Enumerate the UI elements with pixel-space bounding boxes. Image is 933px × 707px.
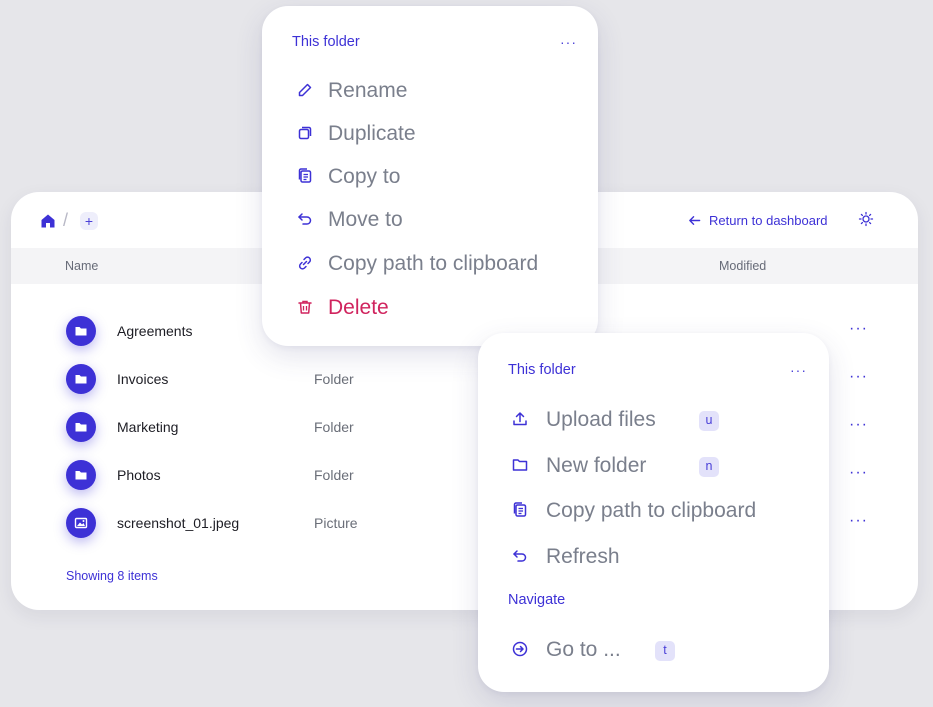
menu-item-label: Rename (328, 79, 408, 102)
shortcut-badge: u (699, 411, 719, 431)
row-more-button[interactable]: ··· (849, 465, 868, 481)
menu-item-label: Refresh (546, 545, 620, 568)
sun-icon[interactable] (858, 211, 874, 227)
arrow-circle-icon (511, 640, 529, 658)
menu-item-copy-path[interactable]: Copy path to clipboard (478, 493, 829, 527)
trash-icon (296, 298, 314, 316)
folder-icon (66, 316, 96, 346)
folder-actions-menu: This folder ··· Upload files u New folde… (478, 333, 829, 692)
menu-item-label: Go to ... (546, 638, 621, 661)
menu-item-label: Delete (328, 296, 389, 319)
arrow-left-icon (688, 214, 701, 227)
menu-item-copy-to[interactable]: Copy to (262, 159, 598, 193)
menu-item-duplicate[interactable]: Duplicate (262, 116, 598, 150)
menu-item-label: Move to (328, 208, 403, 231)
link-icon (296, 254, 314, 272)
folder-icon (66, 460, 96, 490)
menu-item-label: New folder (546, 454, 647, 477)
return-to-dashboard-label: Return to dashboard (709, 212, 828, 228)
menu-item-go-to[interactable]: Go to ... t (478, 632, 829, 666)
row-name: Agreements (117, 323, 193, 339)
menu-item-rename[interactable]: Rename (262, 73, 598, 107)
item-count-label: Showing 8 items (66, 569, 158, 583)
home-icon[interactable] (40, 213, 56, 229)
row-type: Picture (314, 515, 358, 531)
copy-icon (296, 167, 314, 185)
folder-outline-icon (511, 456, 529, 474)
shortcut-badge: t (655, 641, 675, 661)
row-more-button[interactable]: ··· (849, 417, 868, 433)
upload-icon (511, 410, 529, 428)
menu-item-move-to[interactable]: Move to (262, 202, 598, 236)
row-type: Folder (314, 419, 354, 435)
menu-item-upload-files[interactable]: Upload files u (478, 402, 829, 436)
menu-item-refresh[interactable]: Refresh (478, 539, 829, 573)
menu-item-copy-path[interactable]: Copy path to clipboard (262, 246, 598, 280)
row-name: screenshot_01.jpeg (117, 515, 240, 531)
breadcrumb-separator: / (63, 210, 69, 230)
menu-item-delete[interactable]: Delete (262, 290, 598, 324)
menu-item-label: Copy path to clipboard (546, 499, 757, 522)
shortcut-badge: n (699, 457, 719, 477)
add-breadcrumb-button[interactable]: + (80, 212, 98, 230)
undo-arrow-icon (296, 210, 314, 228)
pencil-icon (296, 81, 314, 99)
menu-more-button[interactable]: ··· (560, 34, 577, 50)
menu-item-label: Copy to (328, 165, 401, 188)
image-icon (66, 508, 96, 538)
menu-item-label: Upload files (546, 408, 656, 431)
row-name: Invoices (117, 371, 169, 387)
folder-context-menu: This folder ··· Rename Duplicate Copy to… (262, 6, 598, 346)
row-name: Marketing (117, 419, 179, 435)
navigate-section-label: Navigate (508, 592, 566, 608)
menu-title: This folder (508, 362, 576, 378)
menu-title: This folder (292, 34, 360, 50)
menu-item-label: Duplicate (328, 122, 416, 145)
row-more-button[interactable]: ··· (849, 321, 868, 337)
copy-icon (511, 501, 529, 519)
row-name: Photos (117, 467, 161, 483)
column-header-name[interactable]: Name (65, 259, 98, 273)
menu-item-label: Copy path to clipboard (328, 252, 539, 275)
menu-item-new-folder[interactable]: New folder n (478, 448, 829, 482)
row-more-button[interactable]: ··· (849, 513, 868, 529)
menu-more-button[interactable]: ··· (790, 362, 807, 378)
return-to-dashboard-link[interactable]: Return to dashboard (688, 210, 828, 230)
folder-icon (66, 364, 96, 394)
row-type: Folder (314, 371, 354, 387)
row-type: Folder (314, 467, 354, 483)
undo-arrow-icon (511, 547, 529, 565)
folder-icon (66, 412, 96, 442)
column-header-modified[interactable]: Modified (719, 259, 766, 273)
duplicate-icon (296, 124, 314, 142)
row-more-button[interactable]: ··· (849, 369, 868, 385)
